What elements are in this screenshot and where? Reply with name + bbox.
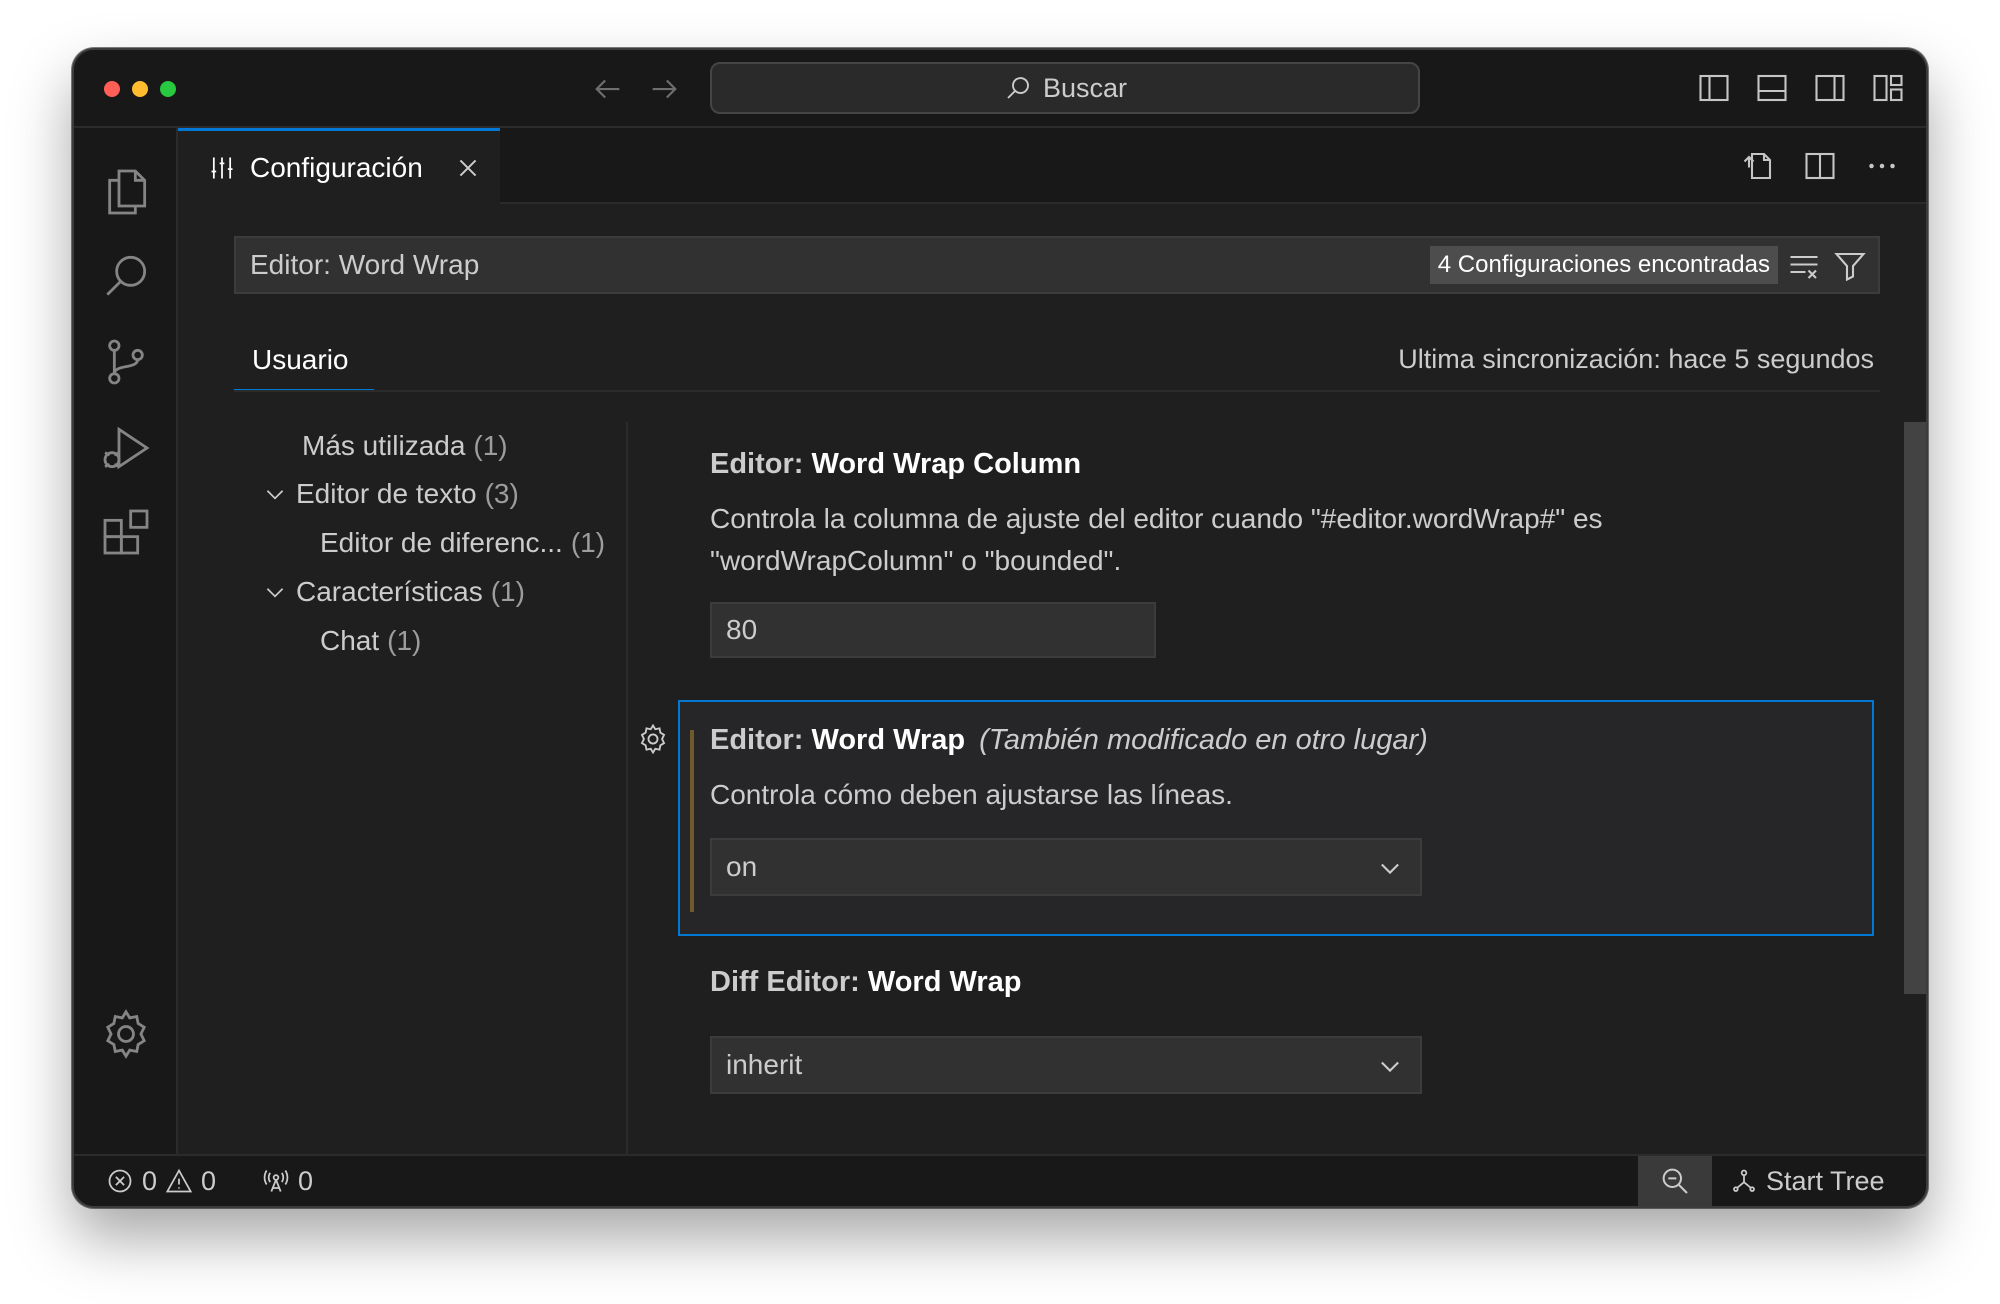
select-value: on xyxy=(726,851,758,882)
maximize-window-button[interactable] xyxy=(160,81,176,97)
zoom-out-icon xyxy=(1662,1168,1688,1194)
toc-item-count: (1) xyxy=(490,576,525,607)
settings-search-value: Editor: Word Wrap xyxy=(250,249,480,280)
modified-elsewhere-note[interactable]: (También modificado en otro lugar) xyxy=(979,724,1428,756)
filter-icon[interactable] xyxy=(1832,248,1868,284)
problems-indicator[interactable]: 0 0 xyxy=(106,1156,216,1206)
setting-name: Word Wrap xyxy=(811,724,966,756)
warning-icon xyxy=(165,1168,193,1193)
ports-count: 0 xyxy=(298,1165,314,1196)
toggle-panel-icon[interactable] xyxy=(1754,70,1790,106)
diff-editor-word-wrap-select[interactable]: inherit xyxy=(710,1036,1422,1094)
setting-title: Editor: Word Wrap (También modificado en … xyxy=(710,724,1428,757)
toc-item-count: (1) xyxy=(387,625,422,656)
settings-sliders-icon xyxy=(211,157,233,178)
chevron-down-icon xyxy=(266,490,284,500)
toc-item-label: Chat xyxy=(320,625,380,656)
explorer-icon[interactable] xyxy=(98,164,154,220)
activity-bar xyxy=(74,128,178,1158)
vscode-window: Buscar Configuración Editor: Word Wrap 4… xyxy=(72,48,1928,1208)
tab-settings[interactable]: Configuración xyxy=(178,128,500,204)
toc-item-label: Más utilizada xyxy=(302,430,466,461)
close-icon[interactable] xyxy=(455,155,481,181)
settings-search-input[interactable]: Editor: Word Wrap 4 Configuraciones enco… xyxy=(234,236,1880,294)
toc-item-features[interactable]: Características (1) xyxy=(262,576,525,608)
broadcast-icon xyxy=(263,1170,289,1192)
select-value: inherit xyxy=(726,1049,803,1080)
toc-item-label: Editor de diferenc... xyxy=(320,527,563,558)
toc-item-chat[interactable]: Chat (1) xyxy=(320,625,421,657)
chevron-down-icon xyxy=(1381,1061,1399,1073)
ports-indicator[interactable]: 0 xyxy=(262,1156,313,1206)
manage-gear-icon[interactable] xyxy=(98,1006,154,1062)
editor-tab-bar: Configuración xyxy=(178,128,1926,204)
toggle-secondary-sidebar-icon[interactable] xyxy=(1812,70,1848,106)
toggle-primary-sidebar-icon[interactable] xyxy=(1696,70,1732,106)
setting-description: Controla la columna de ajuste del editor… xyxy=(710,503,1603,576)
setting-title: Editor: Word Wrap Column xyxy=(710,448,1081,481)
toc-item-count: (3) xyxy=(484,478,519,509)
setting-title: Diff Editor: Word Wrap xyxy=(710,966,1021,999)
command-center-search[interactable]: Buscar xyxy=(710,62,1420,114)
toc-item-label: Características xyxy=(296,576,483,607)
toc-item-most-used[interactable]: Más utilizada (1) xyxy=(302,430,508,462)
source-control-icon[interactable] xyxy=(98,334,154,390)
error-icon xyxy=(108,1169,132,1193)
word-wrap-column-input[interactable]: 80 xyxy=(710,602,1156,658)
arrow-right-icon[interactable] xyxy=(646,72,682,106)
setting-category: Diff Editor: xyxy=(710,966,868,998)
chevron-down-icon xyxy=(266,588,284,598)
modified-indicator xyxy=(690,730,694,912)
arrow-left-icon[interactable] xyxy=(590,72,626,106)
more-actions-icon[interactable] xyxy=(1864,148,1900,184)
word-wrap-select[interactable]: on xyxy=(710,838,1422,896)
setting-description: Controla cómo deben ajustarse las líneas… xyxy=(710,779,1233,810)
title-bar: Buscar xyxy=(74,50,1926,128)
error-count: 0 xyxy=(142,1165,158,1196)
chevron-down-icon xyxy=(1381,863,1399,875)
start-tree-label: Start Tree xyxy=(1766,1165,1885,1196)
close-window-button[interactable] xyxy=(104,81,120,97)
search-icon xyxy=(1007,77,1029,99)
search-actions xyxy=(1786,248,1868,284)
layout-controls xyxy=(1696,70,1906,106)
setting-category: Editor: xyxy=(710,724,812,756)
toc-item-count: (1) xyxy=(570,527,606,558)
toc-item-label: Editor de texto xyxy=(296,478,477,509)
setting-category: Editor: xyxy=(710,448,812,480)
run-and-debug-icon[interactable] xyxy=(98,420,154,476)
minimize-window-button[interactable] xyxy=(132,81,148,97)
toc-divider xyxy=(626,422,628,1158)
warning-count: 0 xyxy=(201,1165,217,1196)
status-bar: 0 0 0 Start Tree xyxy=(74,1154,1926,1206)
gear-icon[interactable] xyxy=(636,722,670,756)
tab-user-settings[interactable]: Usuario xyxy=(234,332,374,392)
extensions-icon[interactable] xyxy=(98,504,154,560)
zoom-button[interactable] xyxy=(1638,1156,1712,1206)
command-center-label: Buscar xyxy=(1042,72,1128,103)
tab-label: Configuración xyxy=(250,151,423,183)
settings-scrollbar[interactable] xyxy=(1904,422,1926,994)
start-tree-button[interactable]: Start Tree xyxy=(1730,1156,1885,1206)
scope-divider xyxy=(234,390,1880,392)
customize-layout-icon[interactable] xyxy=(1870,70,1906,106)
results-count-badge: 4 Configuraciones encontradas xyxy=(1429,246,1778,284)
open-settings-json-icon[interactable] xyxy=(1740,148,1776,184)
toc-item-text-editor[interactable]: Editor de texto (3) xyxy=(262,478,519,510)
split-editor-icon[interactable] xyxy=(1802,148,1838,184)
search-icon[interactable] xyxy=(98,248,154,304)
toc-item-count: (1) xyxy=(473,430,508,461)
sync-status: Ultima sincronización: hace 5 segundos xyxy=(1398,344,1874,374)
setting-name: Word Wrap xyxy=(867,966,1022,998)
toc-item-diff-editor[interactable]: Editor de diferenc... (1) xyxy=(320,527,605,559)
clear-filter-icon[interactable] xyxy=(1786,248,1822,284)
tree-icon xyxy=(1733,1169,1755,1192)
setting-name: Word Wrap Column xyxy=(811,448,1082,480)
editor-actions xyxy=(1740,148,1900,184)
